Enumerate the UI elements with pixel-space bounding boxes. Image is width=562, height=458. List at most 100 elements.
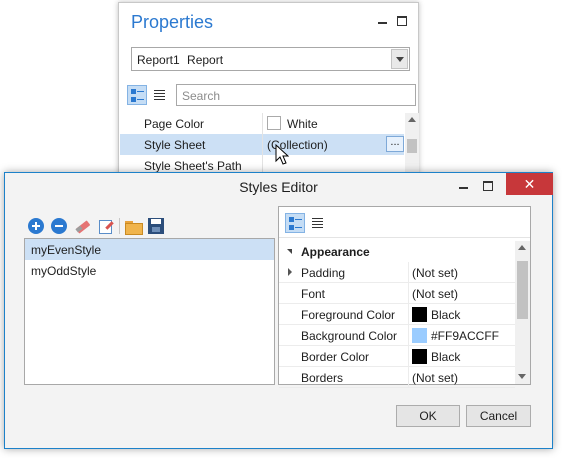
column-divider	[408, 346, 409, 367]
list-icon	[154, 90, 165, 91]
list-icon-line	[312, 221, 323, 222]
color-swatch	[412, 328, 427, 343]
list-icon-line	[154, 99, 165, 100]
object-name: Report1	[137, 53, 180, 67]
property-name: Font	[301, 287, 326, 301]
property-value: Black	[431, 308, 461, 322]
property-value: (Not set)	[412, 287, 459, 301]
list-item[interactable]: myOddStyle	[25, 260, 274, 281]
object-selector-text: Report1 Report	[137, 53, 223, 67]
add-icon[interactable]	[28, 218, 44, 234]
categorized-icon-square	[289, 225, 294, 230]
search-placeholder: Search	[182, 89, 221, 103]
categorized-icon	[131, 89, 136, 94]
property-value: (Not set)	[412, 371, 459, 385]
property-name: Style Sheet	[144, 138, 206, 152]
property-row-font[interactable]: Font (Not set)	[279, 283, 515, 304]
property-row-page-color[interactable]: Page Color White	[120, 113, 404, 134]
column-divider	[408, 262, 409, 283]
property-value: Black	[431, 350, 461, 364]
style-name: myOddStyle	[31, 264, 97, 278]
toolbar-separator	[119, 218, 120, 234]
open-folder-icon[interactable]	[125, 218, 143, 235]
cancel-button[interactable]: Cancel	[466, 405, 531, 427]
column-divider	[408, 325, 409, 346]
minimize-icon[interactable]	[376, 13, 390, 27]
close-icon[interactable]: ✕	[506, 173, 553, 195]
edit-icon[interactable]	[98, 218, 114, 234]
list-icon-line	[154, 96, 165, 97]
property-grid: Page Color White Style Sheet (Collection…	[120, 113, 404, 176]
scroll-thumb[interactable]	[517, 261, 528, 319]
color-swatch	[412, 307, 427, 322]
eraser-icon[interactable]	[75, 218, 91, 234]
property-name: Padding	[301, 266, 346, 280]
category-label: Appearance	[301, 245, 370, 259]
column-divider	[262, 134, 263, 155]
categorized-icon-line	[137, 91, 144, 92]
ellipsis-button[interactable]: ...	[386, 136, 404, 152]
property-name: Style Sheet's Path	[144, 159, 242, 173]
color-swatch	[267, 116, 281, 130]
property-grid-scrollbar[interactable]	[515, 241, 530, 384]
properties-title: Properties	[131, 12, 214, 32]
expand-icon[interactable]	[288, 268, 292, 276]
categorized-view-button[interactable]	[285, 213, 305, 233]
property-row-borders[interactable]: Borders (Not set)	[279, 367, 515, 388]
color-swatch	[412, 349, 427, 364]
property-row-background-color[interactable]: Background Color #FF9ACCFF	[279, 325, 515, 346]
property-row-padding[interactable]: Padding (Not set)	[279, 262, 515, 283]
alphabetical-view-button[interactable]	[150, 85, 170, 105]
column-divider	[408, 367, 409, 388]
property-value: White	[287, 117, 318, 131]
collapse-icon[interactable]	[287, 249, 292, 254]
style-property-grid: Appearance Padding (Not set) Font (Not s…	[278, 206, 531, 388]
object-selector-combo[interactable]: Report1 Report	[131, 47, 410, 71]
maximize-icon[interactable]	[481, 179, 495, 193]
scroll-up-icon[interactable]	[408, 117, 416, 122]
chevron-down-icon[interactable]	[391, 49, 408, 69]
column-divider	[408, 283, 409, 304]
alphabetical-view-button[interactable]	[308, 213, 328, 233]
list-icon	[312, 218, 323, 219]
list-icon-line	[312, 224, 323, 225]
properties-panel: Properties Report1 Report Search Page Co…	[118, 2, 419, 192]
search-input[interactable]: Search	[176, 84, 416, 106]
categorized-icon-line	[295, 227, 302, 228]
maximize-icon[interactable]	[395, 13, 409, 27]
property-rows: Appearance Padding (Not set) Font (Not s…	[279, 241, 515, 388]
styles-list[interactable]: myEvenStyle myOddStyle	[24, 238, 275, 385]
mouse-pointer-icon	[275, 144, 289, 165]
property-name: Border Color	[301, 350, 370, 364]
style-name: myEvenStyle	[31, 243, 102, 257]
list-item[interactable]: myEvenStyle	[25, 239, 274, 260]
category-row-appearance[interactable]: Appearance	[279, 241, 515, 262]
property-name: Foreground Color	[301, 308, 396, 322]
property-value: (Not set)	[412, 266, 459, 280]
property-value: #FF9ACCFF	[431, 329, 500, 343]
property-grid-toolbar	[279, 207, 530, 238]
property-name: Page Color	[144, 117, 205, 131]
object-type: Report	[187, 53, 224, 67]
scroll-down-icon[interactable]	[518, 374, 526, 379]
ok-button[interactable]: OK	[396, 405, 460, 427]
list-icon-line	[154, 93, 165, 94]
scroll-thumb[interactable]	[407, 139, 417, 153]
minimize-icon[interactable]	[457, 179, 471, 193]
property-row-border-color[interactable]: Border Color Black	[279, 346, 515, 367]
save-icon[interactable]	[148, 218, 164, 234]
column-divider	[408, 304, 409, 325]
categorized-icon-square	[131, 97, 136, 102]
categorized-icon-line	[295, 219, 302, 220]
categorized-view-button[interactable]	[127, 85, 147, 105]
remove-icon[interactable]	[51, 218, 67, 234]
categorized-icon	[289, 217, 294, 222]
scroll-up-icon[interactable]	[518, 245, 526, 250]
property-name: Background Color	[301, 329, 398, 343]
property-row-style-sheet[interactable]: Style Sheet (Collection) ...	[120, 134, 404, 155]
column-divider	[262, 113, 263, 134]
categorized-icon-line	[137, 99, 144, 100]
property-row-foreground-color[interactable]: Foreground Color Black	[279, 304, 515, 325]
styles-editor-dialog: Styles Editor ✕ myEvenStyle myOddStyle A…	[4, 172, 553, 449]
list-icon-line	[312, 227, 323, 228]
